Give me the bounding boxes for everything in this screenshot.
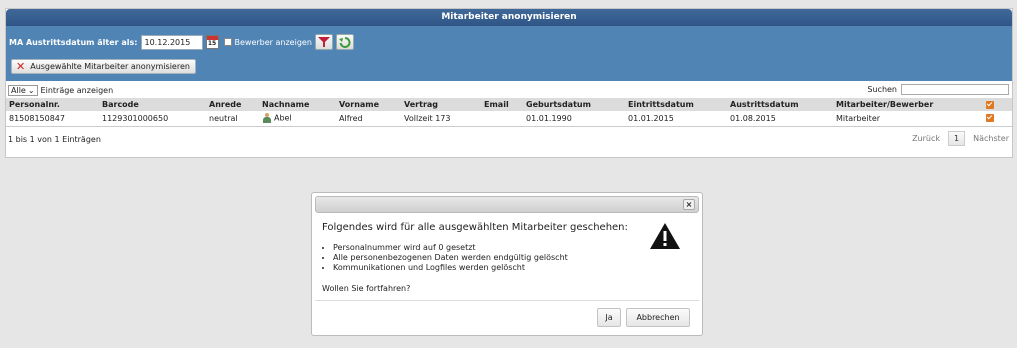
yes-button[interactable]: Ja: [597, 308, 621, 327]
employee-anonymize-panel: Mitarbeiter anonymisieren MA Austrittsda…: [5, 8, 1013, 158]
applicant-checkbox-label: Bewerber anzeigen: [234, 37, 312, 47]
search-input[interactable]: [901, 84, 1009, 95]
pagination: Zurück 1 Nächster: [912, 130, 1009, 146]
list-item: Personalnummer wird auf 0 gesetzt: [333, 243, 642, 253]
warning-icon: [650, 223, 680, 249]
page-length-label: Einträge anzeigen: [40, 86, 114, 95]
col-personalnr[interactable]: Personalnr.: [6, 98, 99, 111]
search-label: Suchen: [867, 85, 897, 94]
delete-x-icon: ✕: [16, 59, 26, 73]
table-info: 1 bis 1 von 1 Einträgen: [8, 134, 101, 144]
cell-nachname: Abel: [259, 111, 336, 127]
cell-vorname: Alfred: [336, 111, 401, 127]
cell-anrede: neutral: [206, 111, 259, 127]
prev-page-button[interactable]: Zurück: [912, 134, 940, 143]
list-item: Alle personenbezogenen Daten werden endg…: [333, 253, 642, 263]
cancel-button[interactable]: Abbrechen: [626, 308, 690, 327]
filter-icon[interactable]: [314, 34, 333, 50]
table-header-row: Personalnr. Barcode Anrede Nachname Vorn…: [6, 98, 1012, 111]
col-vorname[interactable]: Vorname: [336, 98, 401, 111]
col-geburtsdatum[interactable]: Geburtsdatum: [523, 98, 625, 111]
cell-email: [481, 111, 523, 127]
cell-typ: Mitarbeiter: [833, 111, 983, 127]
anonymize-button-label: Ausgewählte Mitarbeiter anonymisieren: [30, 62, 190, 71]
exit-date-label: MA Austrittsdatum älter als:: [9, 37, 138, 47]
page-length-value: Alle: [11, 86, 26, 95]
dialog-titlebar[interactable]: ×: [315, 196, 699, 213]
nachname-text: Abel: [274, 113, 292, 123]
dialog-footer: Ja Abbrechen: [315, 300, 699, 334]
col-vertrag[interactable]: Vertrag: [401, 98, 481, 111]
cell-vertrag: Vollzeit 173: [401, 111, 481, 127]
exit-date-input[interactable]: 10.12.2015: [140, 34, 203, 50]
refresh-icon[interactable]: [335, 34, 354, 50]
chevron-down-icon: ⌄: [27, 86, 35, 95]
anonymize-selected-button[interactable]: ✕ Ausgewählte Mitarbeiter anonymisieren: [11, 59, 196, 74]
filter-toolbar: MA Austrittsdatum älter als: 10.12.2015 …: [6, 26, 1012, 81]
col-nachname[interactable]: Nachname: [259, 98, 336, 111]
cell-eintrittsdatum: 01.01.2015: [625, 111, 727, 127]
confirm-dialog: × Folgendes wird für alle ausgewählten M…: [311, 192, 703, 336]
row-select-checkbox[interactable]: [986, 114, 994, 123]
employee-table: Personalnr. Barcode Anrede Nachname Vorn…: [6, 98, 1012, 127]
dialog-question: Wollen Sie fortfahren?: [322, 284, 411, 293]
dialog-heading: Folgendes wird für alle ausgewählten Mit…: [322, 222, 628, 233]
col-eintrittsdatum[interactable]: Eintrittsdatum: [625, 98, 727, 111]
person-icon: [262, 113, 272, 124]
calendar-icon[interactable]: 15: [205, 35, 219, 49]
dialog-list: Personalnummer wird auf 0 gesetzt Alle p…: [322, 243, 642, 273]
applicant-checkbox[interactable]: [223, 38, 232, 46]
dialog-body: Folgendes wird für alle ausgewählten Mit…: [322, 222, 642, 293]
close-icon[interactable]: ×: [683, 199, 695, 210]
cell-barcode: 1129301000650: [99, 111, 206, 127]
page-1-button[interactable]: 1: [948, 130, 966, 146]
select-all-checkbox[interactable]: [986, 100, 994, 109]
next-page-button[interactable]: Nächster: [973, 134, 1009, 143]
list-item: Kommunikationen und Logfiles werden gelö…: [333, 263, 642, 273]
page-length-select[interactable]: Alle ⌄: [8, 85, 38, 96]
cell-austrittsdatum: 01.08.2015: [727, 111, 833, 127]
col-anrede[interactable]: Anrede: [206, 98, 259, 111]
col-barcode[interactable]: Barcode: [99, 98, 206, 111]
col-email[interactable]: Email: [481, 98, 523, 111]
col-typ[interactable]: Mitarbeiter/Bewerber: [833, 98, 983, 111]
table-controls: Alle ⌄ Einträge anzeigen Suchen: [6, 81, 1012, 98]
table-footer: 1 bis 1 von 1 Einträgen Zurück 1 Nächste…: [6, 127, 1012, 151]
cell-geburtsdatum: 01.01.1990: [523, 111, 625, 127]
col-select-all[interactable]: [983, 98, 1012, 111]
table-row[interactable]: 81508150847 1129301000650 neutral Abel A…: [6, 111, 1012, 127]
panel-title: Mitarbeiter anonymisieren: [6, 9, 1012, 26]
cell-select[interactable]: [983, 111, 1012, 127]
col-austrittsdatum[interactable]: Austrittsdatum: [727, 98, 833, 111]
cell-personalnr: 81508150847: [6, 111, 99, 127]
